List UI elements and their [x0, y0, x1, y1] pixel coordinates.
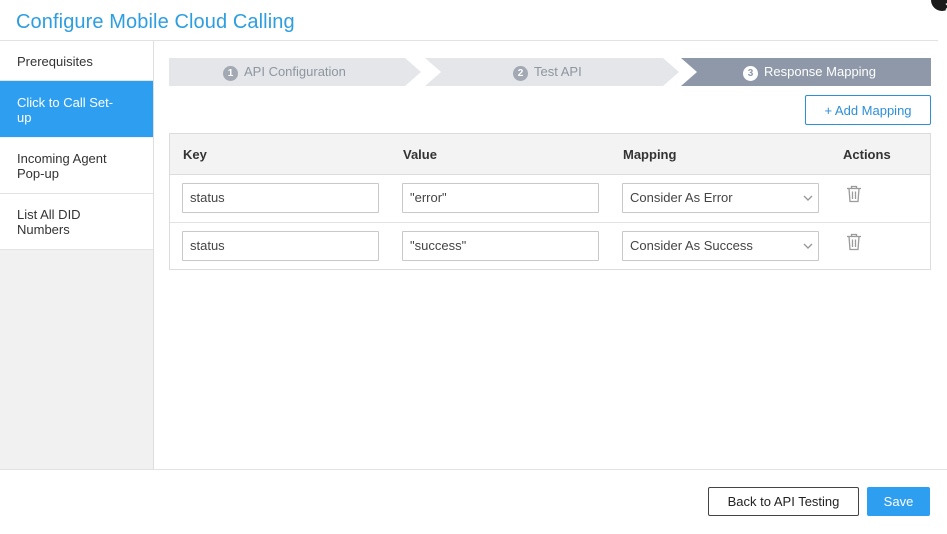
- sidebar-item-label: Click to Call Set-: [17, 95, 114, 110]
- step-label: Response Mapping: [764, 64, 877, 79]
- step-label: API Configuration: [244, 64, 346, 79]
- step-number: 1: [223, 66, 238, 81]
- step-number: 3: [743, 66, 758, 81]
- step-test-api[interactable]: 2 Test API: [425, 58, 679, 86]
- mapping-select[interactable]: Consider As Success: [622, 231, 819, 261]
- key-input[interactable]: status: [182, 231, 379, 261]
- modal-title: Configure Mobile Cloud Calling: [16, 11, 295, 33]
- sidebar-item-label: List All DID: [17, 207, 81, 222]
- column-header-key: Key: [183, 147, 207, 162]
- chevron-down-icon: [803, 243, 813, 249]
- step-label: Test API: [534, 64, 582, 79]
- value-input[interactable]: "success": [402, 231, 599, 261]
- sidebar-item-label: Incoming Agent: [17, 151, 107, 166]
- mapping-table: Key Value Mapping Actions status "error"…: [169, 133, 931, 270]
- trash-icon[interactable]: [846, 185, 862, 203]
- sidebar-item-incoming-agent[interactable]: Incoming Agent Pop-up: [0, 138, 153, 194]
- sidebar-item-click-to-call[interactable]: Click to Call Set- up: [0, 81, 153, 137]
- mapping-select-value: Consider As Success: [630, 238, 753, 253]
- sidebar: Prerequisites Click to Call Set- up Inco…: [0, 41, 154, 469]
- table-header: Key Value Mapping Actions: [170, 134, 930, 175]
- step-response-mapping[interactable]: 3 Response Mapping: [681, 58, 931, 86]
- sidebar-item-label: Numbers: [17, 222, 70, 237]
- column-header-actions: Actions: [843, 147, 891, 162]
- sidebar-item-label: Prerequisites: [17, 54, 93, 69]
- chevron-down-icon: [803, 195, 813, 201]
- modal-header: Configure Mobile Cloud Calling: [0, 0, 947, 41]
- column-header-value: Value: [403, 147, 437, 162]
- sidebar-item-label: Pop-up: [17, 166, 59, 181]
- stepper: 1 API Configuration 2 Test API 3 Response M…: [169, 58, 931, 86]
- sidebar-item-prerequisites[interactable]: Prerequisites: [0, 41, 153, 81]
- table-row: status "success" Consider As Success: [170, 223, 930, 271]
- back-to-api-testing-button[interactable]: Back to API Testing: [708, 487, 859, 516]
- add-mapping-button[interactable]: + Add Mapping: [805, 95, 931, 125]
- step-api-configuration[interactable]: 1 API Configuration: [169, 58, 421, 86]
- save-button[interactable]: Save: [867, 487, 930, 516]
- modal-footer: Back to API Testing Save: [0, 469, 947, 534]
- table-row: status "error" Consider As Error: [170, 175, 930, 223]
- configure-modal: Configure Mobile Cloud Calling ✕ Prerequ…: [0, 0, 947, 534]
- column-header-mapping: Mapping: [623, 147, 677, 162]
- trash-icon[interactable]: [846, 233, 862, 251]
- sidebar-item-list-did[interactable]: List All DID Numbers: [0, 194, 153, 250]
- sidebar-item-label: up: [17, 110, 32, 125]
- mapping-select-value: Consider As Error: [630, 190, 733, 205]
- mapping-select[interactable]: Consider As Error: [622, 183, 819, 213]
- key-input[interactable]: status: [182, 183, 379, 213]
- value-input[interactable]: "error": [402, 183, 599, 213]
- step-number: 2: [513, 66, 528, 81]
